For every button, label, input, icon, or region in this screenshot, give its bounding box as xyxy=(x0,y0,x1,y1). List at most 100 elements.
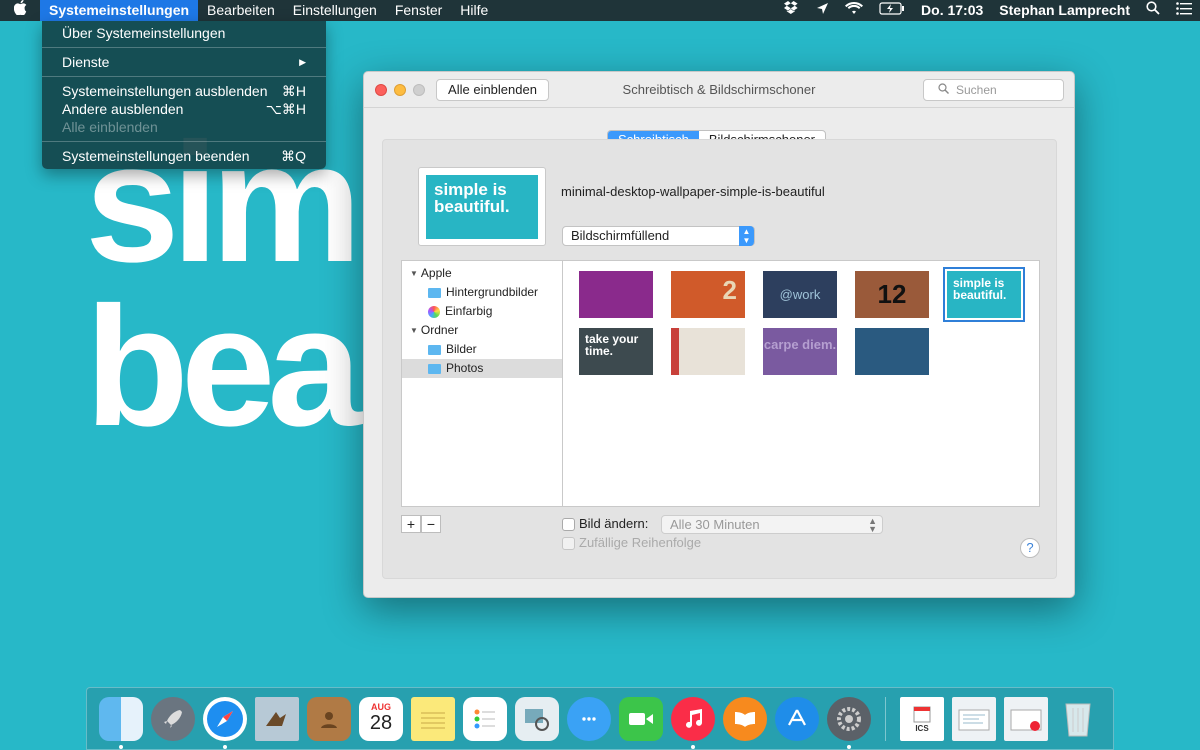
contacts-icon[interactable] xyxy=(307,696,351,741)
downloads-stack-icon[interactable] xyxy=(1004,696,1048,741)
running-indicator xyxy=(691,744,695,749)
wifi-icon[interactable] xyxy=(837,0,871,21)
remove-folder-button[interactable]: − xyxy=(421,515,441,533)
fill-mode-select[interactable]: Bildschirmfüllend ▲ ▼ xyxy=(562,226,755,246)
running-indicator xyxy=(847,744,851,749)
system-preferences-icon[interactable] xyxy=(827,696,871,749)
change-picture-checkbox[interactable] xyxy=(562,518,575,531)
ibooks-icon[interactable] xyxy=(723,696,767,741)
wallpaper-thumb[interactable] xyxy=(855,328,929,375)
reminders-icon[interactable] xyxy=(463,696,507,741)
wallpaper-thumb[interactable]: take your time. xyxy=(579,328,653,375)
calendar-day: 28 xyxy=(369,712,393,734)
finder-icon[interactable] xyxy=(99,696,143,749)
itunes-icon[interactable] xyxy=(671,696,715,749)
menu-separator xyxy=(42,47,326,48)
minimize-button[interactable] xyxy=(394,84,406,96)
ics-file-icon[interactable]: ICS xyxy=(900,696,944,741)
app-store-icon[interactable] xyxy=(775,696,819,741)
add-folder-button[interactable]: + xyxy=(401,515,421,533)
menu-item-label: Über Systemeinstellungen xyxy=(62,25,226,41)
disclosure-triangle-icon[interactable]: ▼ xyxy=(410,321,418,340)
source-group-label: Ordner xyxy=(420,323,459,337)
menu-item-label: Alle einblenden xyxy=(62,119,158,135)
dropbox-icon[interactable] xyxy=(776,0,808,21)
source-group-label: Apple xyxy=(420,266,452,280)
menu-shortcut: ⌘H xyxy=(281,83,306,99)
calendar-icon[interactable]: AUG 28 xyxy=(359,696,403,741)
window-titlebar: Alle einblenden Schreibtisch & Bildschir… xyxy=(364,72,1074,108)
color-wheel-icon xyxy=(428,305,440,318)
wallpaper-preview-image: simple is beautiful. xyxy=(426,175,538,239)
random-order-checkbox[interactable] xyxy=(562,537,575,550)
spotlight-search-icon[interactable] xyxy=(1138,0,1168,21)
dock-separator xyxy=(885,696,886,741)
menu-item-hide[interactable]: Systemeinstellungen ausblenden ⌘H xyxy=(42,82,326,100)
menu-separator xyxy=(42,141,326,142)
source-item-hintergrundbilder[interactable]: Hintergrundbilder xyxy=(402,283,562,302)
mail-stamp-icon[interactable] xyxy=(255,696,299,741)
menu-item-label: Andere ausblenden xyxy=(62,101,184,117)
menu-shortcut: ⌘Q xyxy=(281,148,306,164)
app-menu-dropdown: Über Systemeinstellungen Dienste ▶ System… xyxy=(42,21,326,169)
menubar: Systemeinstellungen Bearbeiten Einstellu… xyxy=(0,0,1200,21)
help-button[interactable]: ? xyxy=(1020,538,1040,558)
notes-icon[interactable] xyxy=(411,696,455,741)
add-remove-buttons: + − xyxy=(401,515,441,533)
menu-item-show-all: Alle einblenden xyxy=(42,118,326,136)
change-picture-label: Bild ändern: xyxy=(579,516,649,531)
menu-item-about[interactable]: Über Systemeinstellungen xyxy=(42,24,326,42)
interval-select[interactable]: Alle 30 Minuten ▲ ▼ xyxy=(661,515,883,534)
wallpaper-thumb[interactable] xyxy=(579,271,653,318)
menu-fenster[interactable]: Fenster xyxy=(386,0,451,21)
wallpaper-name: minimal-desktop-wallpaper-simple-is-beau… xyxy=(561,184,825,199)
source-item-label: Photos xyxy=(446,361,484,375)
wallpaper-thumb[interactable]: carpe diem. xyxy=(763,328,837,375)
menu-item-quit[interactable]: Systemeinstellungen beenden ⌘Q xyxy=(42,147,326,165)
source-group-ordner[interactable]: ▼ Ordner xyxy=(402,321,562,340)
source-item-label: Hintergrundbilder xyxy=(446,285,539,299)
apple-menu-icon[interactable] xyxy=(0,0,40,21)
source-item-bilder[interactable]: Bilder xyxy=(402,340,562,359)
preview-icon[interactable] xyxy=(515,696,559,741)
submenu-arrow-icon: ▶ xyxy=(299,57,306,67)
source-item-photos[interactable]: Photos xyxy=(402,359,562,378)
facetime-icon[interactable] xyxy=(619,696,663,741)
source-item-einfarbig[interactable]: Einfarbig xyxy=(402,302,562,321)
zoom-button[interactable] xyxy=(413,84,425,96)
fill-mode-value: Bildschirmfüllend xyxy=(571,228,670,243)
battery-icon[interactable] xyxy=(871,0,913,21)
source-group-apple[interactable]: ▼ Apple xyxy=(402,264,562,283)
clock[interactable]: Do. 17:03 xyxy=(913,0,991,21)
disclosure-triangle-icon[interactable]: ▼ xyxy=(410,264,418,283)
menu-hilfe[interactable]: Hilfe xyxy=(451,0,497,21)
user-name[interactable]: Stephan Lamprecht xyxy=(991,0,1138,21)
document-stack-icon[interactable] xyxy=(952,696,996,741)
menu-systemeinstellungen[interactable]: Systemeinstellungen xyxy=(40,0,199,21)
wallpaper-thumb[interactable]: 2 xyxy=(671,271,745,318)
safari-icon[interactable] xyxy=(203,696,247,749)
interval-value: Alle 30 Minuten xyxy=(670,517,760,532)
menu-bearbeiten[interactable]: Bearbeiten xyxy=(198,0,284,21)
menu-einstellungen[interactable]: Einstellungen xyxy=(284,0,386,21)
search-icon xyxy=(938,80,949,100)
wallpaper-thumb[interactable]: @work xyxy=(763,271,837,318)
menu-item-services[interactable]: Dienste ▶ xyxy=(42,53,326,71)
menu-item-label: Dienste xyxy=(62,54,110,70)
wallpaper-thumb[interactable]: 12 xyxy=(855,271,929,318)
wallpaper-thumb[interactable] xyxy=(671,328,745,375)
source-item-label: Einfarbig xyxy=(445,304,493,318)
trash-icon[interactable] xyxy=(1056,697,1100,741)
search-input[interactable]: Suchen xyxy=(923,79,1064,101)
menu-item-hide-others[interactable]: Andere ausblenden ⌥⌘H xyxy=(42,100,326,118)
location-arrow-icon[interactable] xyxy=(808,0,837,21)
wallpaper-thumb-selected[interactable]: simple is beautiful. xyxy=(943,267,1025,322)
notification-center-icon[interactable] xyxy=(1168,0,1200,21)
running-indicator xyxy=(223,744,227,749)
ics-label: ICS xyxy=(915,724,929,733)
close-button[interactable] xyxy=(375,84,387,96)
show-all-button[interactable]: Alle einblenden xyxy=(436,79,549,101)
launchpad-icon[interactable] xyxy=(151,696,195,741)
select-arrows-icon: ▲ ▼ xyxy=(739,226,754,246)
messages-icon[interactable] xyxy=(567,696,611,741)
